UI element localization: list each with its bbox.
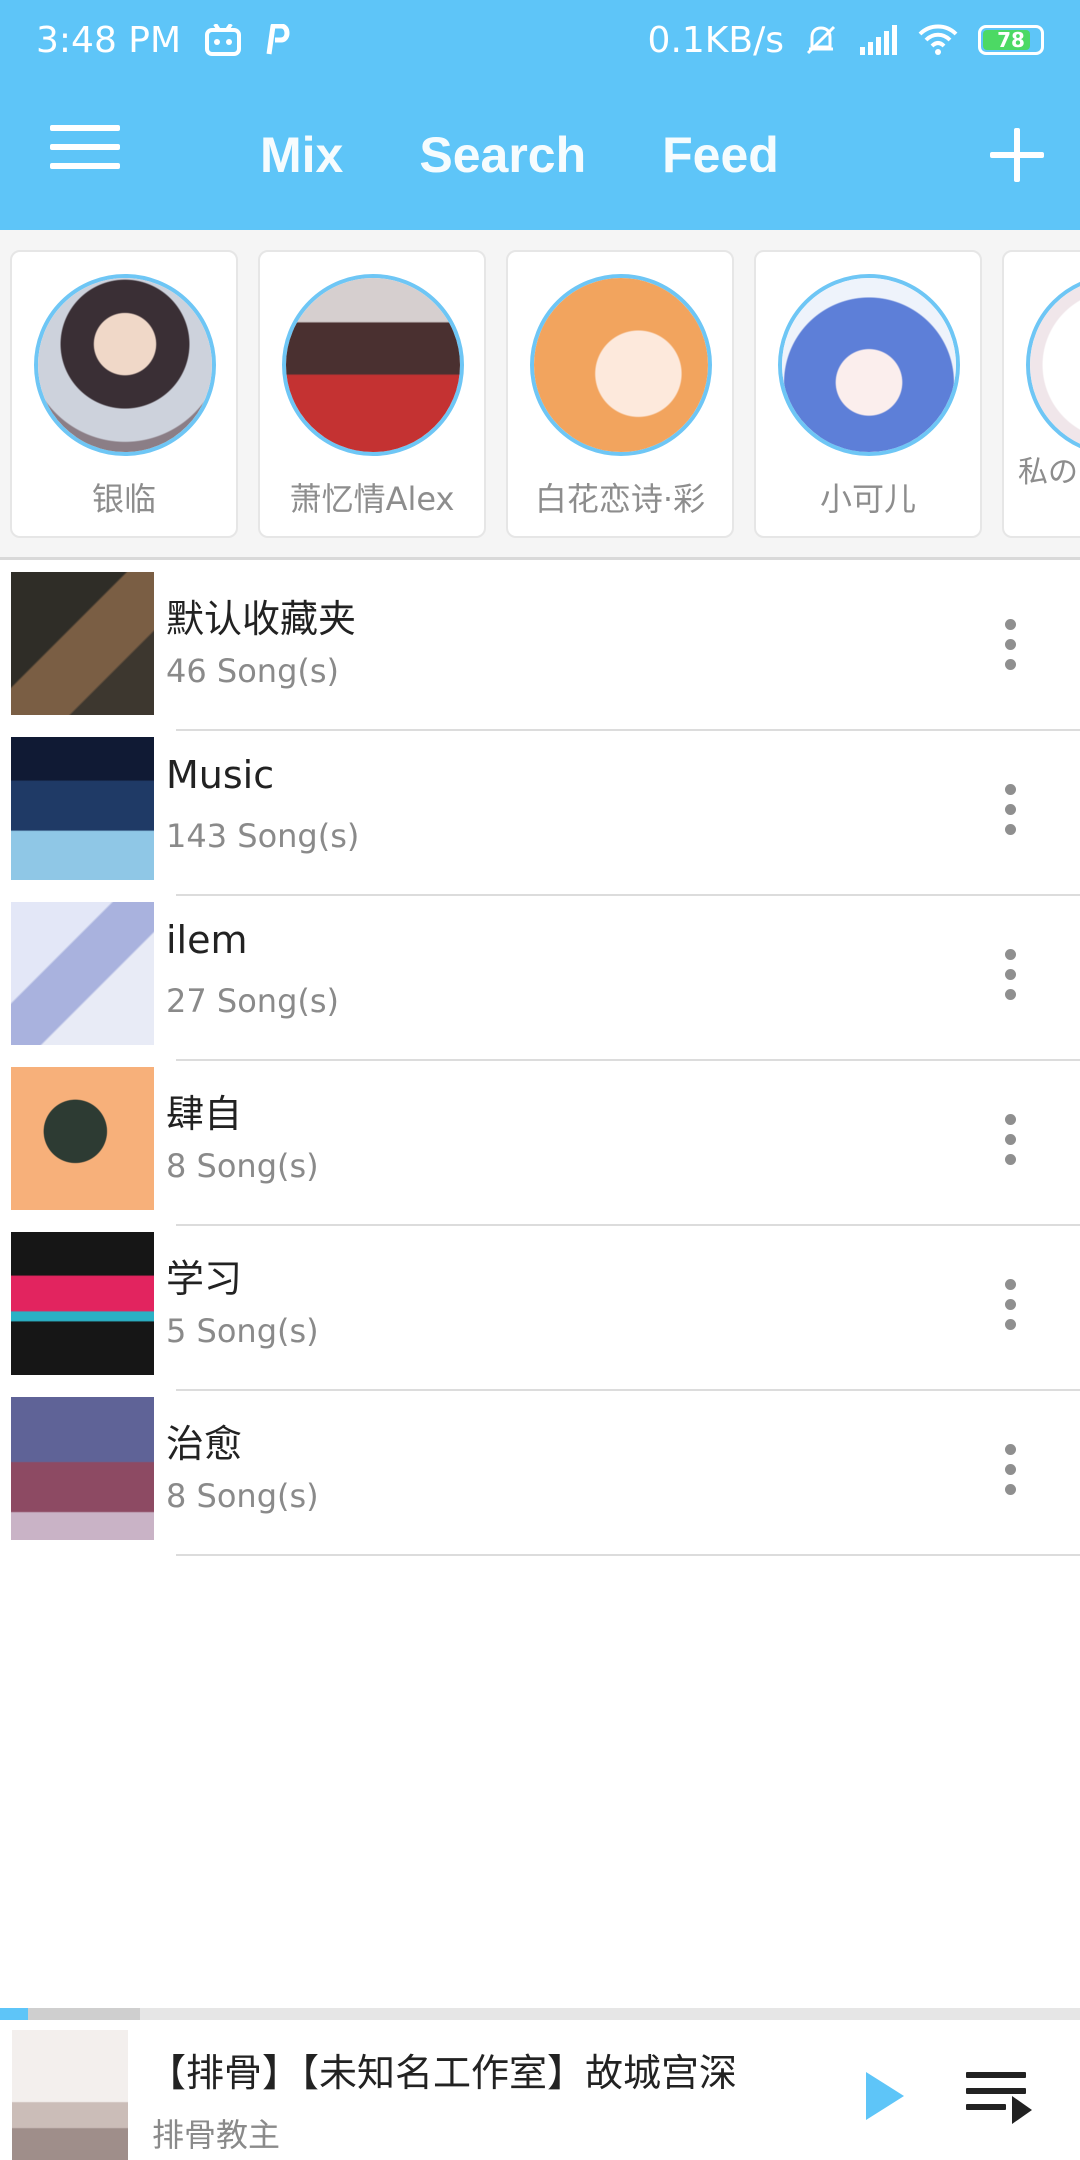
signal-icon	[858, 25, 898, 55]
playlist-row[interactable]: 肆自 8 Song(s)	[0, 1061, 1080, 1226]
more-icon[interactable]	[990, 781, 1030, 841]
avatar	[1026, 274, 1080, 456]
friend-card[interactable]: 萧忆情Alex	[258, 250, 486, 538]
now-playing-cover[interactable]	[12, 2030, 128, 2160]
playlist-title: 肆自	[166, 1092, 243, 1136]
add-icon[interactable]	[990, 128, 1044, 182]
playlist-cover	[11, 1232, 154, 1375]
p-icon	[265, 24, 291, 56]
playlist-list: 默认收藏夹 46 Song(s) Music 143 Song(s) ilem …	[0, 566, 1080, 1556]
divider	[176, 1554, 1080, 1556]
playlist-title: 默认收藏夹	[166, 597, 357, 641]
playlist-row[interactable]: 治愈 8 Song(s)	[0, 1391, 1080, 1556]
app-header: 3:48 PM 0.1KB/s 78 Mix Search Feed	[0, 0, 1080, 230]
friend-card[interactable]: 银临	[10, 250, 238, 538]
now-playing-artist: 排骨教主	[152, 2116, 281, 2154]
more-icon[interactable]	[990, 1111, 1030, 1171]
avatar	[34, 274, 216, 456]
status-time: 3:48 PM	[36, 19, 182, 61]
menu-icon[interactable]	[50, 125, 120, 185]
friend-name: 小可儿	[819, 480, 916, 518]
playlist-title: ilem	[166, 918, 248, 962]
playlist-count: 46 Song(s)	[166, 652, 340, 690]
more-icon[interactable]	[990, 946, 1030, 1006]
tab-mix[interactable]: Mix	[260, 126, 343, 184]
battery-icon: 78	[978, 25, 1044, 55]
tab-bar: Mix Search Feed	[260, 80, 855, 230]
playlist-count: 27 Song(s)	[166, 982, 340, 1020]
playlist-count: 8 Song(s)	[166, 1147, 319, 1185]
playlist-row[interactable]: Music 143 Song(s)	[0, 731, 1080, 896]
playlist-cover	[11, 902, 154, 1045]
playlist-row[interactable]: 默认收藏夹 46 Song(s)	[0, 566, 1080, 731]
playlist-cover	[11, 1067, 154, 1210]
app-root: 3:48 PM 0.1KB/s 78 Mix Search Feed 银临 萧忆…	[0, 0, 1080, 2160]
playlist-title: 治愈	[166, 1422, 243, 1466]
mute-bell-icon	[804, 23, 838, 57]
toolbar: Mix Search Feed	[0, 80, 1080, 230]
playlist-cover	[11, 737, 154, 880]
playlist-count: 143 Song(s)	[166, 817, 360, 855]
friend-card[interactable]: 小可儿	[754, 250, 982, 538]
friend-name: 私の ス具	[1018, 455, 1080, 490]
playlist-cover	[11, 1397, 154, 1540]
avatar	[778, 274, 960, 456]
playlist-count: 8 Song(s)	[166, 1477, 319, 1515]
playlist-title: 学习	[166, 1257, 243, 1301]
more-icon[interactable]	[990, 1276, 1030, 1336]
robot-icon	[205, 24, 242, 56]
status-bar: 3:48 PM 0.1KB/s 78	[0, 0, 1080, 80]
battery-level: 78	[997, 28, 1025, 52]
friend-card[interactable]: 白花恋诗·彩	[506, 250, 734, 538]
friend-card[interactable]: 私の ス具	[1002, 250, 1080, 538]
now-playing-title: 【排骨】【未知名工作室】故城宫深	[148, 2051, 738, 2095]
tab-feed[interactable]: Feed	[662, 126, 779, 184]
network-speed: 0.1KB/s	[647, 19, 784, 61]
queue-icon[interactable]	[966, 2072, 1036, 2124]
avatar	[530, 274, 712, 456]
avatar	[282, 274, 464, 456]
friend-name: 萧忆情Alex	[289, 480, 455, 518]
friends-strip[interactable]: 银临 萧忆情Alex 白花恋诗·彩 小可儿 私の ス具	[0, 230, 1080, 560]
wifi-icon	[918, 24, 958, 56]
play-icon[interactable]	[866, 2072, 904, 2120]
progress-bar[interactable]	[0, 2008, 1080, 2020]
playlist-row[interactable]: 学习 5 Song(s)	[0, 1226, 1080, 1391]
playlist-title: Music	[166, 753, 275, 797]
playlist-row[interactable]: ilem 27 Song(s)	[0, 896, 1080, 1061]
playlist-cover	[11, 572, 154, 715]
played-fill	[0, 2008, 29, 2020]
tab-search[interactable]: Search	[419, 126, 586, 184]
more-icon[interactable]	[990, 616, 1030, 676]
playlist-count: 5 Song(s)	[166, 1312, 319, 1350]
friend-name: 银临	[91, 480, 156, 518]
friend-name: 白花恋诗·彩	[534, 480, 706, 518]
mini-player[interactable]: 【排骨】【未知名工作室】故城宫深 排骨教主	[0, 2008, 1080, 2160]
more-icon[interactable]	[990, 1441, 1030, 1501]
